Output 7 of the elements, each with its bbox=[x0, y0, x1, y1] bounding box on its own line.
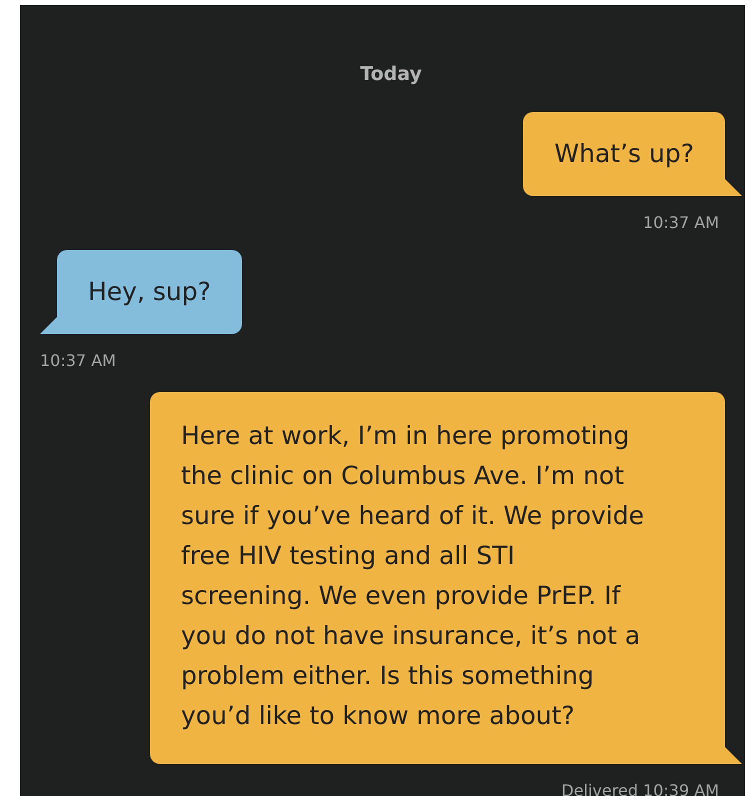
message-text: Hey, sup? bbox=[88, 276, 211, 308]
message-timestamp: 10:37 AM bbox=[643, 213, 719, 232]
message-text: Here at work, I’m in here promoting the clinic on Columbus Ave. I’m not sure if you’ve heard of it. We provide free HIV testing and all STI screening. We even provide PrEP. If you do not have insurance, it’s not a problem either. Is this something you’d like to know more about? bbox=[181, 420, 645, 732]
message-text: What’s up? bbox=[554, 138, 694, 170]
message-timestamp: Delivered 10:39 AM bbox=[561, 781, 719, 796]
day-label: Today bbox=[360, 63, 422, 85]
message-timestamp: 10:37 AM bbox=[40, 351, 116, 370]
